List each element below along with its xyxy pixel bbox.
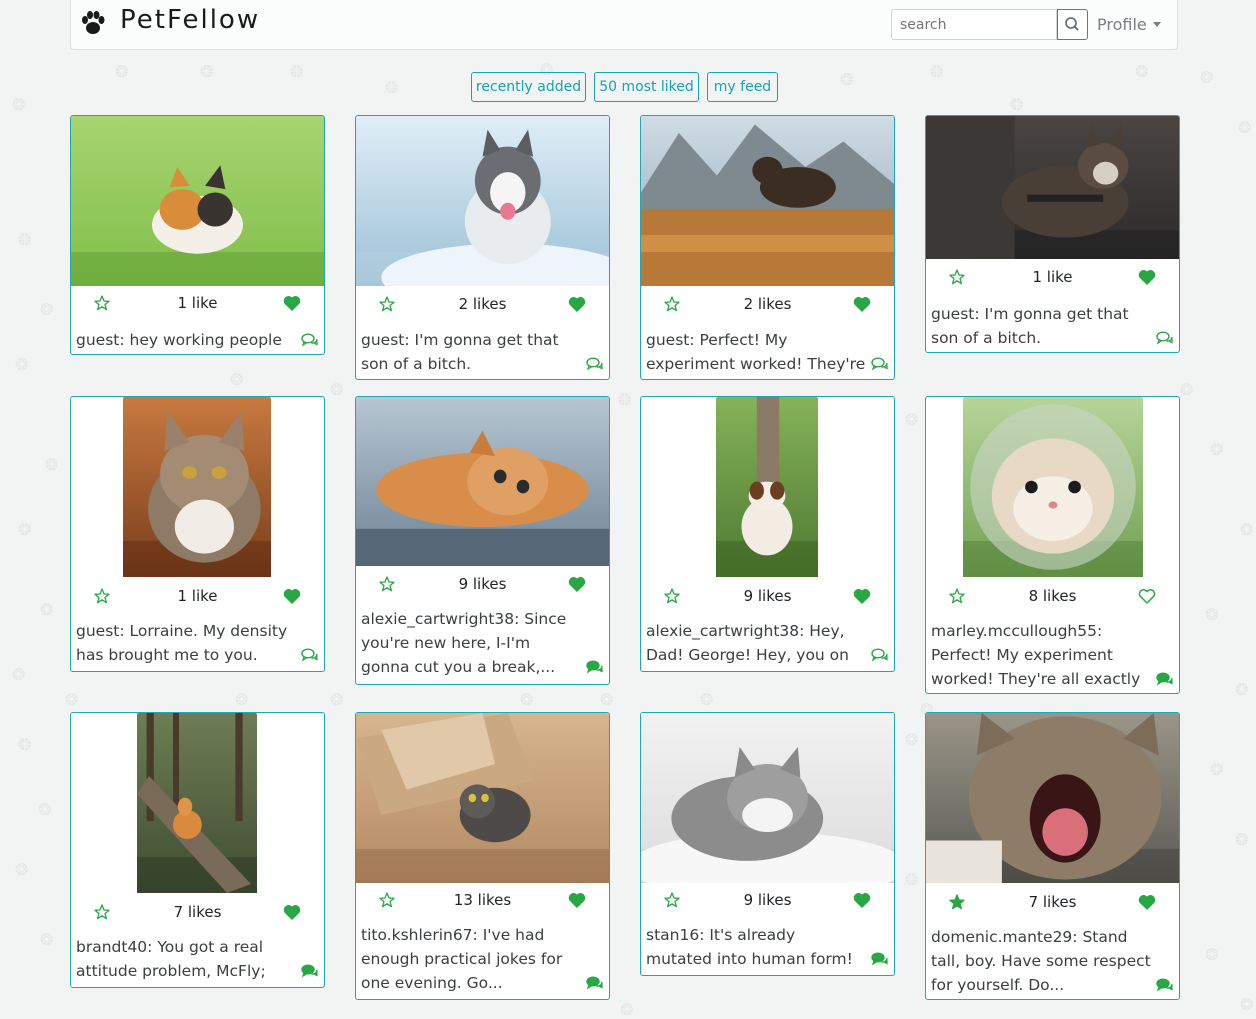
pet-photo[interactable]: [641, 116, 894, 286]
heart-icon[interactable]: [568, 892, 586, 908]
comments-icon[interactable]: [1156, 978, 1173, 992]
comments-icon[interactable]: [586, 976, 603, 990]
pet-photo[interactable]: [356, 397, 609, 566]
heart-icon[interactable]: [283, 295, 301, 311]
profile-dropdown[interactable]: Profile: [1097, 15, 1161, 34]
comments-icon[interactable]: [301, 964, 318, 978]
comments-icon[interactable]: [586, 660, 603, 674]
pet-photo[interactable]: [926, 713, 1179, 883]
post-card[interactable]: 2 likes guest: I'm gonna get that son of…: [355, 115, 610, 380]
post-stats: 7 likes: [926, 893, 1179, 917]
comments-icon[interactable]: [586, 357, 603, 371]
filter-my-feed-button[interactable]: my feed: [707, 72, 778, 102]
pet-photo[interactable]: [926, 116, 1179, 259]
post-stats: 2 likes: [356, 295, 609, 319]
latest-comment: marley.mccullough55: Perfect! My experim…: [931, 622, 1141, 688]
post-stats: 7 likes: [71, 903, 324, 927]
chevron-down-icon: [1152, 22, 1161, 27]
navbar: PetFellow Profile: [70, 0, 1178, 50]
pet-photo[interactable]: [123, 397, 271, 577]
post-card[interactable]: 9 likes stan16: It's already mutated int…: [640, 712, 895, 976]
heart-icon[interactable]: [568, 576, 586, 592]
post-stats: 1 like: [71, 294, 324, 318]
latest-comment: alexie_cartwright38: Hey, Dad! George! H…: [646, 622, 849, 664]
heart-icon[interactable]: [853, 892, 871, 908]
post-stats: 9 likes: [356, 575, 609, 599]
heart-icon[interactable]: [1138, 894, 1156, 910]
post-card[interactable]: 7 likes domenic.mante29: Stand tall, boy…: [925, 712, 1180, 1000]
profile-label: Profile: [1097, 15, 1147, 34]
post-stats: 1 like: [71, 587, 324, 611]
post-stats: 9 likes: [641, 587, 894, 611]
pet-photo[interactable]: [641, 713, 894, 883]
post-stats: 2 likes: [641, 295, 894, 319]
pet-photo[interactable]: [356, 713, 609, 883]
latest-comment: tito.kshlerin67: I've had enough practic…: [361, 926, 563, 992]
brand-name[interactable]: PetFellow: [120, 5, 260, 35]
heart-icon[interactable]: [853, 588, 871, 604]
post-card[interactable]: 13 likes tito.kshlerin67: I've had enoug…: [355, 712, 610, 1000]
search-button[interactable]: [1057, 9, 1088, 40]
latest-comment: alexie_cartwright38: Since you're new he…: [361, 610, 567, 676]
latest-comment: guest: hey working people: [76, 331, 282, 349]
comments-icon[interactable]: [1156, 331, 1173, 345]
pet-photo[interactable]: [963, 397, 1143, 577]
search-input[interactable]: [891, 9, 1057, 40]
magnifier-icon: [1065, 17, 1079, 31]
comments-icon[interactable]: [301, 648, 318, 662]
post-card[interactable]: 1 like guest: hey working people: [70, 115, 325, 355]
heart-icon[interactable]: [283, 904, 301, 920]
comments-icon[interactable]: [871, 648, 888, 662]
comments-icon[interactable]: [871, 357, 888, 371]
heart-icon[interactable]: [1138, 269, 1156, 285]
pet-photo[interactable]: [716, 397, 818, 577]
latest-comment: stan16: It's already mutated into human …: [646, 926, 853, 968]
post-card[interactable]: 8 likes marley.mccullough55: Perfect! My…: [925, 396, 1180, 694]
latest-comment: guest: Perfect! My experiment worked! Th…: [646, 331, 866, 373]
post-card[interactable]: 1 like guest: I'm gonna get that son of …: [925, 115, 1180, 353]
heart-icon[interactable]: [853, 296, 871, 312]
comments-icon[interactable]: [1156, 672, 1173, 686]
pet-photo[interactable]: [71, 116, 324, 286]
latest-comment: guest: I'm gonna get that son of a bitch…: [361, 331, 559, 373]
comments-icon[interactable]: [871, 952, 888, 966]
post-card[interactable]: 1 like guest: Lorraine. My density has b…: [70, 396, 325, 672]
post-card[interactable]: 9 likes alexie_cartwright38: Since you'r…: [355, 396, 610, 685]
post-card[interactable]: 9 likes alexie_cartwright38: Hey, Dad! G…: [640, 396, 895, 672]
paw-icon[interactable]: [79, 9, 107, 37]
latest-comment: domenic.mante29: Stand tall, boy. Have s…: [931, 928, 1151, 994]
pet-photo[interactable]: [137, 713, 257, 893]
latest-comment: guest: Lorraine. My density has brought …: [76, 622, 288, 664]
latest-comment: guest: I'm gonna get that son of a bitch…: [931, 305, 1129, 347]
comments-icon[interactable]: [301, 333, 318, 347]
post-card[interactable]: 7 likes brandt40: You got a real attitud…: [70, 712, 325, 988]
pet-photo[interactable]: [356, 116, 609, 286]
heart-icon[interactable]: [568, 296, 586, 312]
feed-filters: recently added 50 most liked my feed: [0, 72, 1256, 102]
heart-icon[interactable]: [1138, 588, 1156, 604]
post-stats: 1 like: [926, 268, 1179, 292]
post-stats: 8 likes: [926, 587, 1179, 611]
filter-recently-added-button[interactable]: recently added: [471, 72, 586, 102]
post-card[interactable]: 2 likes guest: Perfect! My experiment wo…: [640, 115, 895, 380]
heart-icon[interactable]: [283, 588, 301, 604]
post-stats: 13 likes: [356, 891, 609, 915]
filter-most-liked-button[interactable]: 50 most liked: [594, 72, 699, 102]
latest-comment: brandt40: You got a real attitude proble…: [76, 938, 266, 980]
post-stats: 9 likes: [641, 891, 894, 915]
